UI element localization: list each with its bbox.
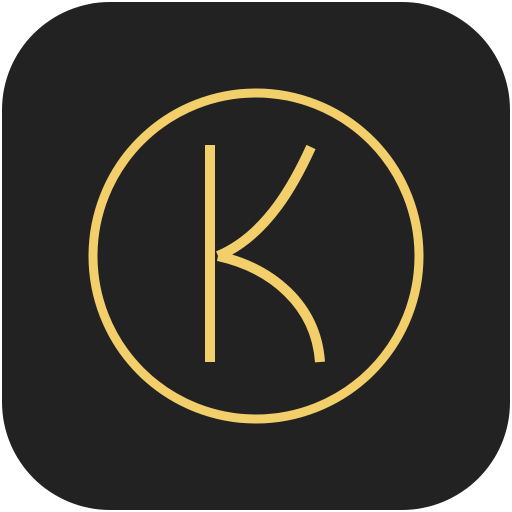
app-icon-background — [2, 2, 510, 510]
app-icon — [0, 0, 512, 512]
app-icon-graphic — [2, 2, 510, 510]
